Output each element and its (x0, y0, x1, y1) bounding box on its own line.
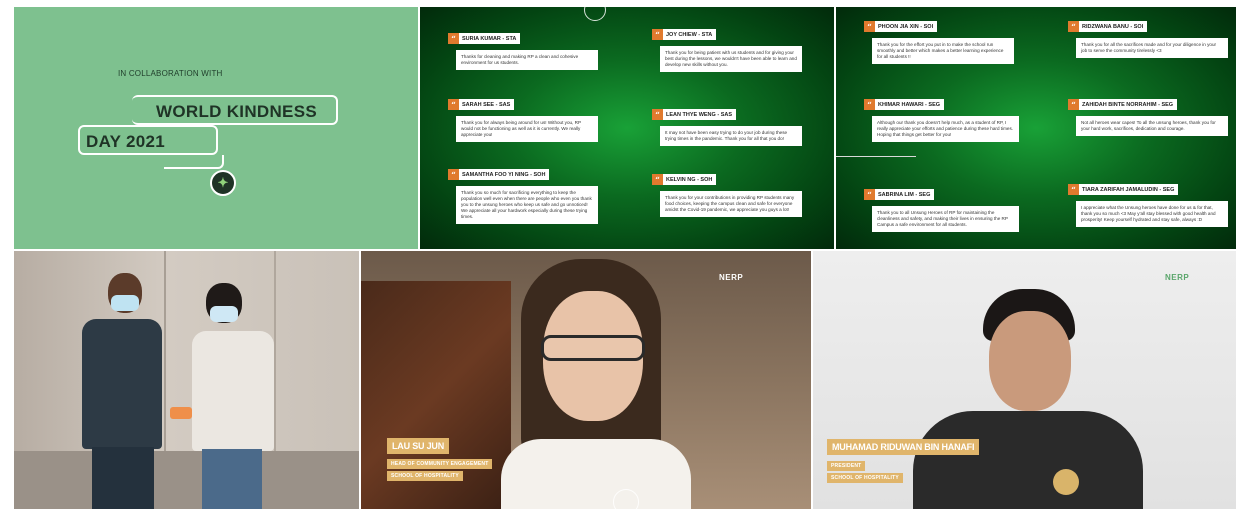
message-text: Thank you for being patient with us stud… (660, 46, 802, 72)
quote-icon: “ (448, 99, 459, 110)
quote-icon: “ (652, 109, 663, 120)
message-author: “KHIMAR HAWARI - SEG (864, 99, 945, 110)
face-mask (210, 306, 238, 322)
video-frame-muhamad: NERP MUHAMAD RIDUWAN BIN HANAFI PRESIDEN… (813, 251, 1236, 509)
message-author: “KELVIN NG - SOH (652, 174, 717, 185)
message-author: “LEAN THYE WENG - SAS (652, 109, 737, 120)
speaker-role: HEAD OF COMMUNITY ENGAGEMENT (387, 459, 493, 469)
title-panel: IN COLLABORATION WITH WORLD KINDNESS DAY… (14, 7, 418, 249)
shirt (913, 411, 1143, 509)
message-card: “KELVIN NG - SOH Thank you for your cont… (652, 170, 802, 217)
quote-icon: “ (864, 21, 875, 32)
message-author: “RIDZWANA BANU - SOI (1068, 21, 1148, 32)
kindness-logo-icon: ✦ (210, 170, 236, 196)
shirt-emblem-icon (1053, 469, 1079, 495)
photo-gift-handover (14, 251, 359, 509)
quote-icon: “ (864, 99, 875, 110)
wall-panel-seam (274, 251, 276, 451)
message-card: “ZAHIDAH BINTE NORRAHIM - SEG Not all he… (1068, 95, 1228, 136)
message-text: Thank you for always being around for us… (456, 116, 598, 142)
nerp-logo: NERP (719, 273, 744, 282)
speaker-name: MUHAMAD RIDUWAN BIN HANAFI (827, 439, 980, 455)
message-card: “SURIA KUMAR - STA Thanks for cleaning a… (448, 29, 598, 70)
quote-icon: “ (652, 29, 663, 40)
person-legs (202, 449, 262, 509)
message-card: “JOY CHIEW - STA Thank you for being pat… (652, 25, 802, 72)
face (989, 311, 1071, 411)
speaker-school: SCHOOL OF HOSPITALITY (387, 471, 463, 481)
message-text: Although our thank you doesn't help much… (872, 116, 1019, 142)
gift-box (170, 407, 192, 419)
message-text: Thank you for all the sacrifices made an… (1076, 38, 1228, 58)
message-card: “RIDZWANA BANU - SOI Thank you for all t… (1068, 17, 1228, 58)
message-card: “KHIMAR HAWARI - SEG Although our thank … (864, 95, 1019, 142)
glasses (541, 335, 645, 361)
title-line-2: DAY 2021 (86, 132, 165, 151)
message-author: “PHOON JIA XIN - SOI (864, 21, 938, 32)
message-card: “SAMANTHA FOO YI NING - SOH Thank you so… (448, 165, 598, 224)
speaker-school: SCHOOL OF HOSPITALITY (827, 473, 903, 483)
title-line-1: WORLD KINDNESS (156, 102, 317, 121)
divider (836, 156, 916, 157)
message-card: “PHOON JIA XIN - SOI Thank you for the e… (864, 17, 1014, 64)
message-card: “TIARA ZARIFAH JAMALUDIN - SEG I appreci… (1068, 180, 1228, 227)
message-author: “SARAH SEE - SAS (448, 99, 515, 110)
person-legs (92, 447, 154, 509)
message-text: I appreciate what the Unsung heroes have… (1076, 201, 1228, 227)
message-text: It may not have been easy trying to do y… (660, 126, 802, 146)
title-frame-connector (164, 155, 224, 169)
quote-icon: “ (864, 189, 875, 200)
quote-icon: “ (1068, 99, 1079, 110)
quote-icon: “ (448, 169, 459, 180)
message-text: Thank you for your contributions in prov… (660, 191, 802, 217)
quote-icon: “ (652, 174, 663, 185)
quote-icon: “ (448, 33, 459, 44)
ring-icon (584, 7, 606, 21)
message-card: “LEAN THYE WENG - SAS It may not have be… (652, 105, 802, 146)
ring-icon (613, 489, 639, 509)
message-card: “SABRINA LIM - SEG Thank you to all Unsu… (864, 185, 1019, 232)
speaker-name: LAU SU JUN (387, 438, 450, 454)
message-author: “SAMANTHA FOO YI NING - SOH (448, 169, 550, 180)
speaker-role: PRESIDENT (827, 461, 866, 471)
shirt (501, 439, 691, 509)
video-frame-lau: NERP LAU SU JUN HEAD OF COMMUNITY ENGAGE… (361, 251, 811, 509)
person-torso (192, 331, 274, 451)
face-mask (111, 295, 139, 311)
message-text: Not all heroes wear capes! To all the un… (1076, 116, 1228, 136)
message-text: Thank you so much for sacrificing everyt… (456, 186, 598, 224)
wall-panel-seam (164, 251, 166, 451)
message-author: “ZAHIDAH BINTE NORRAHIM - SEG (1068, 99, 1178, 110)
message-text: Thanks for cleaning and making RP a clea… (456, 50, 598, 70)
message-author: “TIARA ZARIFAH JAMALUDIN - SEG (1068, 184, 1179, 195)
message-card: “SARAH SEE - SAS Thank you for always be… (448, 95, 598, 142)
messages-panel-left: “SURIA KUMAR - STA Thanks for cleaning a… (420, 7, 834, 249)
message-author: “SABRINA LIM - SEG (864, 189, 935, 200)
nerp-logo: NERP (1165, 273, 1190, 282)
message-text: Thank you for the effort you put in to m… (872, 38, 1014, 64)
floor (14, 451, 359, 509)
message-text: Thank you to all Unsung Heroes of RP for… (872, 206, 1019, 232)
quote-icon: “ (1068, 21, 1079, 32)
messages-panel-right: “PHOON JIA XIN - SOI Thank you for the e… (836, 7, 1236, 249)
message-author: “JOY CHIEW - STA (652, 29, 717, 40)
message-author: “SURIA KUMAR - STA (448, 33, 521, 44)
quote-icon: “ (1068, 184, 1079, 195)
collaboration-text: IN COLLABORATION WITH (118, 69, 223, 78)
person-torso (82, 319, 162, 449)
